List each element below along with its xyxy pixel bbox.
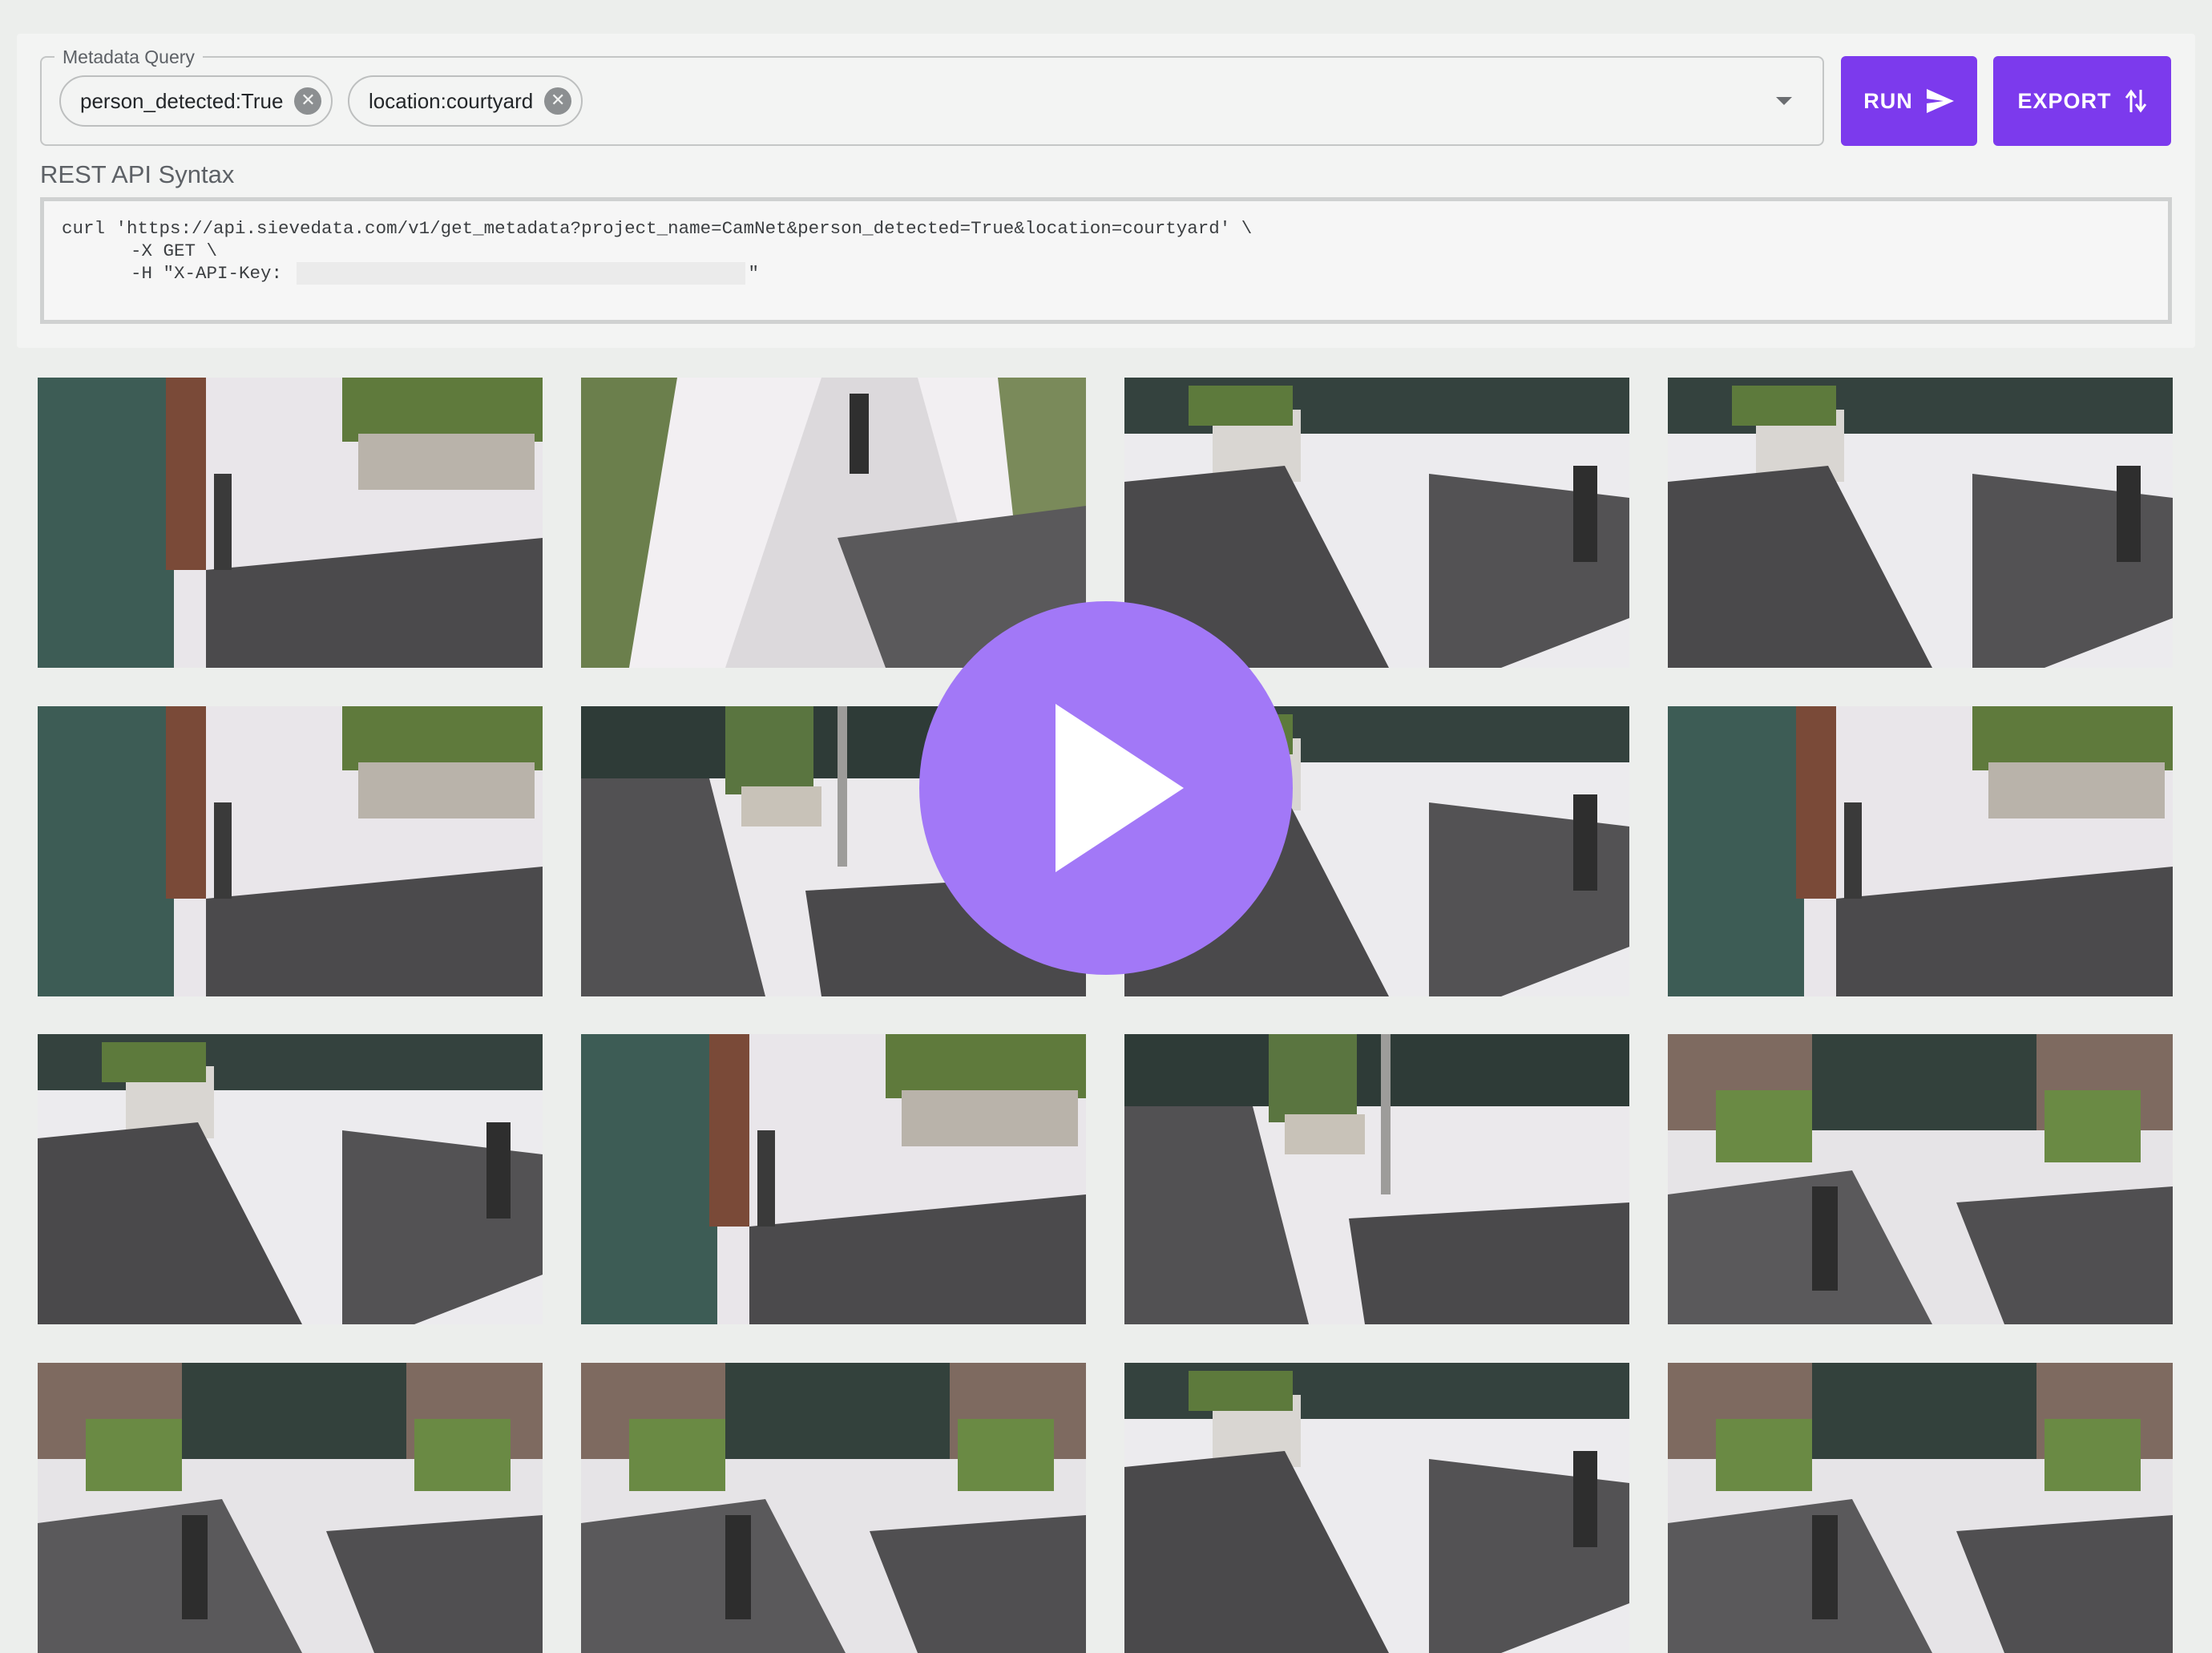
video-thumbnail[interactable] xyxy=(1124,378,1629,668)
chevron-down-icon[interactable] xyxy=(1776,97,1792,105)
video-thumbnail[interactable] xyxy=(38,378,543,668)
query-panel: Metadata Query person_detected:True ✕ lo… xyxy=(17,34,2195,348)
run-button-label: RUN xyxy=(1863,88,1913,113)
export-button-label: EXPORT xyxy=(2017,88,2112,113)
remove-chip-icon[interactable]: ✕ xyxy=(544,87,572,115)
filter-chip-person-detected[interactable]: person_detected:True ✕ xyxy=(59,75,333,127)
video-thumbnail[interactable] xyxy=(1124,1034,1629,1324)
video-thumbnail[interactable] xyxy=(581,378,1086,668)
metadata-query-label: Metadata Query xyxy=(54,46,203,67)
run-button[interactable]: RUN xyxy=(1841,56,1977,146)
metadata-query-field[interactable]: Metadata Query person_detected:True ✕ lo… xyxy=(40,46,1824,146)
chip-label: location:courtyard xyxy=(369,88,534,113)
filter-chip-location[interactable]: location:courtyard ✕ xyxy=(348,75,583,127)
rest-api-title: REST API Syntax xyxy=(40,160,235,188)
export-button[interactable]: EXPORT xyxy=(1993,56,2171,146)
chip-label: person_detected:True xyxy=(80,88,284,113)
video-thumbnail[interactable] xyxy=(1668,1034,2173,1324)
remove-chip-icon[interactable]: ✕ xyxy=(294,87,322,115)
swap-vert-icon xyxy=(2125,88,2147,114)
code-line-curl: curl 'https://api.sievedata.com/v1/get_m… xyxy=(62,218,1253,239)
play-icon[interactable] xyxy=(919,601,1293,975)
video-thumbnail[interactable] xyxy=(38,706,543,996)
api-code-block[interactable]: curl 'https://api.sievedata.com/v1/get_m… xyxy=(40,197,2172,324)
video-thumbnail[interactable] xyxy=(1668,1363,2173,1653)
redacted-api-key xyxy=(296,262,745,285)
header-prefix: -H "X-API-Key: xyxy=(131,263,293,284)
video-thumbnail[interactable] xyxy=(38,1363,543,1653)
code-line-header: -H "X-API-Key: " xyxy=(62,262,2150,285)
code-line-method: -X GET \ xyxy=(131,240,218,261)
video-thumbnail[interactable] xyxy=(38,1034,543,1324)
send-icon xyxy=(1926,88,1955,114)
video-thumbnail[interactable] xyxy=(1124,1363,1629,1653)
video-thumbnail[interactable] xyxy=(581,1363,1086,1653)
video-thumbnail[interactable] xyxy=(1668,378,2173,668)
video-thumbnail[interactable] xyxy=(581,1034,1086,1324)
video-thumbnail[interactable] xyxy=(1668,706,2173,996)
header-suffix: " xyxy=(748,263,760,284)
